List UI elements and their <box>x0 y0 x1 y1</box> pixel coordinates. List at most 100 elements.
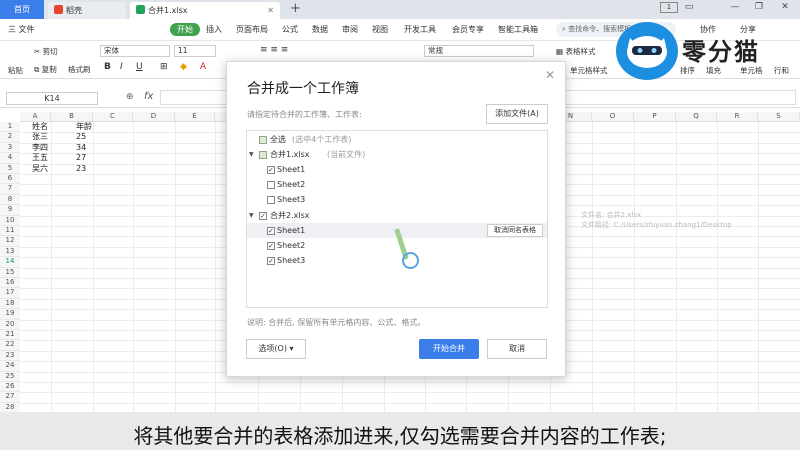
row-header[interactable]: 17 <box>0 288 20 299</box>
column-header[interactable]: P <box>634 112 676 122</box>
menu-data[interactable]: 数据 <box>312 24 328 35</box>
column-header[interactable]: A <box>20 112 51 122</box>
row-col-button[interactable]: 行和 <box>774 65 789 76</box>
row-header[interactable]: 10 <box>0 215 20 226</box>
row-header[interactable]: 2 <box>0 132 20 143</box>
row-header[interactable]: 21 <box>0 330 20 341</box>
row-header[interactable]: 11 <box>0 226 20 237</box>
sheet-tree[interactable]: 全选 (选中4个工作表) ▼ 合并1.xlsx (当前文件) ✓ Sheet1 … <box>246 130 548 308</box>
cut-button[interactable]: ✂ 剪切 <box>34 46 58 57</box>
table-cell[interactable]: 27 <box>76 153 86 163</box>
column-header[interactable]: E <box>175 112 215 122</box>
tree-row-file1-sheet3[interactable]: Sheet3 <box>247 192 547 207</box>
column-header[interactable]: B <box>51 112 93 122</box>
table-cell[interactable]: 34 <box>76 143 86 153</box>
menu-member[interactable]: 会员专享 <box>452 24 484 35</box>
close-tab-icon[interactable]: ✕ <box>267 2 274 19</box>
format-painter-button[interactable]: 格式刷 <box>68 64 91 75</box>
cancel-button[interactable]: 取消 <box>487 339 547 359</box>
row-header[interactable]: 27 <box>0 392 20 403</box>
row-header[interactable]: 1 <box>0 122 20 133</box>
menu-insert[interactable]: 插入 <box>206 24 222 35</box>
number-format-select[interactable]: 常规 <box>424 45 534 57</box>
tree-row-file2[interactable]: ▼ ✓ 合并2.xlsx <box>247 208 547 223</box>
collapse-arrow-icon[interactable]: ▼ <box>249 147 254 162</box>
row-header[interactable]: 14 <box>0 257 20 268</box>
row-header[interactable]: 22 <box>0 340 20 351</box>
column-header[interactable]: S <box>758 112 800 122</box>
column-header[interactable]: Q <box>676 112 717 122</box>
column-header[interactable]: O <box>592 112 634 122</box>
italic-button[interactable]: I <box>120 62 123 72</box>
maximize-icon[interactable]: ❐ <box>750 2 768 12</box>
row-header[interactable]: 15 <box>0 267 20 278</box>
row-header[interactable]: 25 <box>0 371 20 382</box>
name-box[interactable]: K14 <box>6 92 98 105</box>
file1-sheet1-checkbox[interactable]: ✓ <box>267 166 275 174</box>
border-icon[interactable]: ⊞ <box>160 62 168 72</box>
row-header[interactable]: 26 <box>0 382 20 393</box>
row-header[interactable]: 20 <box>0 319 20 330</box>
copy-button[interactable]: ⧉ 复制 <box>34 64 57 75</box>
row-header[interactable]: 9 <box>0 205 20 216</box>
file1-sheet3-checkbox[interactable] <box>267 196 275 204</box>
row-header[interactable]: 6 <box>0 174 20 185</box>
menu-developer[interactable]: 开发工具 <box>404 24 436 35</box>
row-header[interactable]: 16 <box>0 278 20 289</box>
font-name-select[interactable]: 宋体 <box>100 45 170 57</box>
file1-sheet2-checkbox[interactable] <box>267 181 275 189</box>
cell-style-button[interactable]: 单元格样式 <box>570 65 608 76</box>
font-color-icon[interactable]: A <box>200 62 206 72</box>
tab-daoke[interactable]: 稻壳 <box>48 2 126 19</box>
row-header[interactable]: 23 <box>0 350 20 362</box>
column-header[interactable]: D <box>133 112 175 122</box>
file2-sheet3-checkbox[interactable]: ✓ <box>267 257 275 265</box>
tree-row-file1-sheet2[interactable]: Sheet2 <box>247 177 547 192</box>
close-icon[interactable]: ✕ <box>545 68 555 82</box>
tree-row-select-all[interactable]: 全选 (选中4个工作表) <box>247 132 547 147</box>
underline-button[interactable]: U <box>136 62 143 72</box>
row-header[interactable]: 3 <box>0 142 20 154</box>
cancel-same-name-button[interactable]: 取消同名表格 <box>487 224 543 237</box>
row-header[interactable]: 8 <box>0 194 20 206</box>
row-header[interactable]: 4 <box>0 153 20 164</box>
layout-icon[interactable]: ▭ <box>680 2 698 12</box>
table-cell[interactable]: 23 <box>76 164 86 174</box>
row-header[interactable]: 12 <box>0 236 20 247</box>
table-cell[interactable]: 吴六 <box>32 164 48 174</box>
table-cell[interactable]: 年龄 <box>76 122 92 132</box>
menu-page-layout[interactable]: 页面布局 <box>236 24 268 35</box>
table-style-button[interactable]: ▦ 表格样式 <box>556 46 595 57</box>
select-all-checkbox[interactable] <box>259 136 267 144</box>
table-cell[interactable]: 李四 <box>32 143 48 153</box>
row-header[interactable]: 5 <box>0 163 20 174</box>
tab-home[interactable]: 首页 <box>0 0 44 19</box>
menu-smart-tools[interactable]: 智能工具箱 <box>498 24 538 35</box>
row-header[interactable]: 18 <box>0 298 20 310</box>
tree-row-file1[interactable]: ▼ 合并1.xlsx (当前文件) <box>247 147 547 162</box>
new-tab-icon[interactable]: + <box>290 1 301 16</box>
menu-review[interactable]: 审阅 <box>342 24 358 35</box>
table-cell[interactable]: 25 <box>76 132 86 142</box>
fill-color-icon[interactable]: ◆ <box>180 62 187 72</box>
close-window-icon[interactable]: ✕ <box>776 2 794 12</box>
file1-checkbox[interactable] <box>259 151 267 159</box>
table-cell[interactable]: 张三 <box>32 132 48 142</box>
file2-checkbox[interactable]: ✓ <box>259 212 267 220</box>
menu-formula[interactable]: 公式 <box>282 24 298 35</box>
column-header[interactable]: C <box>93 112 133 122</box>
tree-row-file2-sheet3[interactable]: ✓ Sheet3 <box>247 253 547 268</box>
start-merge-button[interactable]: 开始合并 <box>419 339 479 359</box>
fx-icon[interactable]: fx <box>144 91 153 102</box>
menu-file[interactable]: 三 文件 <box>8 24 35 35</box>
tab-file[interactable]: 合并1.xlsx ✕ <box>130 2 280 19</box>
font-size-select[interactable]: 11 <box>174 45 216 57</box>
zoom-icon[interactable]: ⊕ <box>126 92 134 102</box>
row-header[interactable]: 7 <box>0 184 20 195</box>
table-cell[interactable]: 姓名 <box>32 122 48 132</box>
row-header[interactable]: 19 <box>0 309 20 320</box>
add-file-button[interactable]: 添加文件(A) <box>486 104 548 124</box>
row-header[interactable]: 24 <box>0 361 20 372</box>
paste-button[interactable]: 粘贴 <box>8 65 23 76</box>
align-icons[interactable]: ≡ ≡ ≡ <box>260 45 288 55</box>
